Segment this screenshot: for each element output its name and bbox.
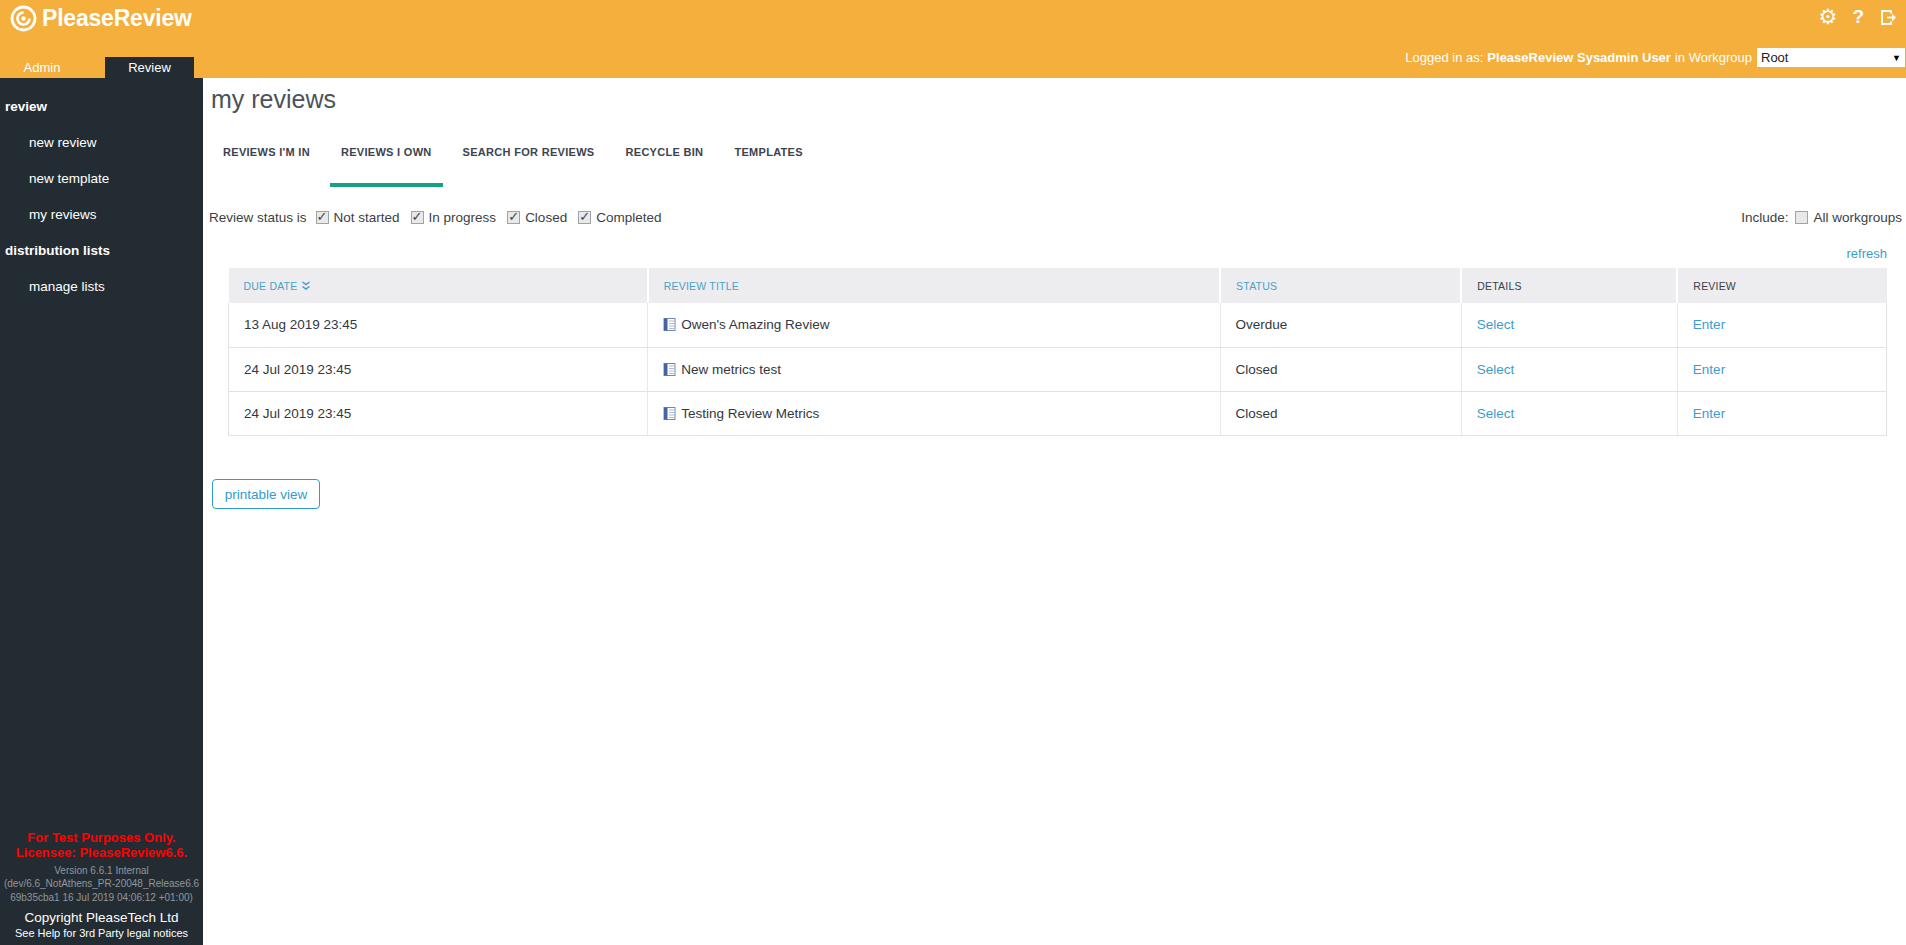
review-cell: Enter — [1677, 303, 1886, 347]
settings-icon[interactable]: ⚙︎ — [1819, 5, 1838, 29]
sort-descending-icon — [301, 281, 311, 291]
brand-name: PleaseReview — [42, 5, 192, 32]
filter-not-started: Not started — [316, 210, 400, 225]
closed-label: Closed — [525, 210, 567, 225]
workgroup-select[interactable]: Root ▼ — [1757, 48, 1905, 67]
include-filter: Include: All workgroups — [1741, 208, 1902, 226]
copyright: Copyright PleaseTech Ltd — [0, 909, 203, 926]
sidebar-footer: For Test Purposes Only. Licensee: Please… — [0, 830, 203, 942]
column-status[interactable]: STATUS — [1220, 268, 1461, 303]
enter-link[interactable]: Enter — [1693, 362, 1725, 377]
tab-recycle-bin[interactable]: RECYCLE BIN — [626, 145, 704, 187]
details-cell: Select — [1461, 347, 1677, 391]
workgroup-label: in Workgroup — [1675, 50, 1752, 65]
help-icon[interactable]: ? — [1852, 5, 1864, 29]
status-cell: Closed — [1220, 347, 1461, 391]
workgroup-value: Root — [1761, 50, 1788, 65]
table-row: 13 Aug 2019 23:45 Owen's Amazing Review … — [229, 303, 1887, 347]
completed-label: Completed — [596, 210, 661, 225]
not-started-label: Not started — [334, 210, 400, 225]
column-due-date[interactable]: DUE DATE — [229, 268, 648, 303]
sidebar-section-review: review — [0, 88, 203, 124]
tab-search-for-reviews[interactable]: SEARCH FOR REVIEWS — [463, 145, 595, 187]
sidebar-item-manage-lists[interactable]: manage lists — [0, 268, 203, 304]
version-line3: 69b35cba1 16 Jul 2019 04:06:12 +01:00) — [0, 891, 203, 905]
all-workgroups-checkbox[interactable] — [1795, 211, 1808, 224]
all-workgroups-label: All workgroups — [1813, 210, 1902, 225]
column-details: DETAILS — [1461, 268, 1677, 303]
enter-link[interactable]: Enter — [1693, 406, 1725, 421]
review-cell: Enter — [1677, 391, 1886, 435]
not-started-checkbox[interactable] — [316, 211, 329, 224]
details-cell: Select — [1461, 303, 1677, 347]
logged-in-user: PleaseReview Sysadmin User — [1487, 50, 1671, 65]
tab-admin[interactable]: Admin — [0, 57, 84, 78]
select-link[interactable]: Select — [1477, 406, 1515, 421]
license-warning-line2: Licensee: PleaseReview6.6. — [0, 845, 203, 860]
review-title-cell: New metrics test — [648, 347, 1220, 391]
due-date-cell: 13 Aug 2019 23:45 — [229, 303, 648, 347]
page-title: my reviews — [211, 84, 336, 114]
sidebar: review new review new template my review… — [0, 78, 203, 945]
table-row: 24 Jul 2019 23:45 Testing Review Metrics… — [229, 391, 1887, 435]
license-warning-line1: For Test Purposes Only. — [0, 830, 203, 845]
top-nav: Admin Review — [0, 57, 194, 78]
sidebar-item-new-review[interactable]: new review — [0, 124, 203, 160]
status-cell: Closed — [1220, 391, 1461, 435]
tab-review[interactable]: Review — [105, 57, 194, 78]
enter-link[interactable]: Enter — [1693, 317, 1725, 332]
review-title-cell: Owen's Amazing Review — [648, 303, 1220, 347]
column-review: REVIEW — [1677, 268, 1886, 303]
sidebar-section-distribution-lists: distribution lists — [0, 232, 203, 268]
table-row: 24 Jul 2019 23:45 New metrics test Close… — [229, 347, 1887, 391]
select-link[interactable]: Select — [1477, 362, 1515, 377]
main-content: my reviews REVIEWS I'M IN REVIEWS I OWN … — [203, 78, 1906, 945]
include-label: Include: — [1741, 210, 1788, 225]
filter-label: Review status is — [209, 210, 307, 225]
version-line2: (dev/6.6_NotAthens_PR-20048_Release6.6 — [0, 877, 203, 891]
tab-reviews-im-in[interactable]: REVIEWS I'M IN — [223, 145, 310, 187]
select-arrow-icon: ▼ — [1892, 53, 1901, 63]
document-icon — [663, 407, 676, 420]
logout-icon[interactable] — [1879, 8, 1898, 27]
in-progress-label: In progress — [429, 210, 497, 225]
due-date-cell: 24 Jul 2019 23:45 — [229, 391, 648, 435]
document-icon — [663, 318, 676, 331]
tab-templates[interactable]: TEMPLATES — [734, 145, 803, 187]
pleasereview-logo-icon — [10, 5, 37, 32]
reviews-table: DUE DATE REVIEW TITLE STATUS DETAILS REV… — [228, 268, 1887, 436]
brand[interactable]: PleaseReview — [10, 5, 192, 32]
sidebar-item-my-reviews[interactable]: my reviews — [0, 196, 203, 232]
filter-in-progress: In progress — [411, 210, 497, 225]
sidebar-item-new-template[interactable]: new template — [0, 160, 203, 196]
status-filter: Review status is Not started In progress… — [209, 208, 672, 226]
review-cell: Enter — [1677, 347, 1886, 391]
document-icon — [663, 363, 676, 376]
select-link[interactable]: Select — [1477, 317, 1515, 332]
legal-notice: See Help for 3rd Party legal notices — [0, 926, 203, 941]
login-status: Logged in as: PleaseReview Sysadmin User… — [1405, 47, 1905, 67]
status-cell: Overdue — [1220, 303, 1461, 347]
due-date-cell: 24 Jul 2019 23:45 — [229, 347, 648, 391]
refresh-link[interactable]: refresh — [1847, 246, 1887, 261]
in-progress-checkbox[interactable] — [411, 211, 424, 224]
closed-checkbox[interactable] — [507, 211, 520, 224]
review-title-cell: Testing Review Metrics — [648, 391, 1220, 435]
filter-completed: Completed — [578, 210, 661, 225]
printable-view-button[interactable]: printable view — [212, 479, 320, 509]
completed-checkbox[interactable] — [578, 211, 591, 224]
details-cell: Select — [1461, 391, 1677, 435]
filter-closed: Closed — [507, 210, 567, 225]
tab-reviews-i-own[interactable]: REVIEWS I OWN — [341, 145, 432, 187]
logged-in-prefix: Logged in as: — [1405, 50, 1483, 65]
review-tabs: REVIEWS I'M IN REVIEWS I OWN SEARCH FOR … — [223, 145, 803, 187]
app-header: PleaseReview ⚙︎ ? Logged in as: PleaseRe… — [0, 0, 1906, 78]
version-line1: Version 6.6.1 Internal — [0, 864, 203, 878]
column-review-title[interactable]: REVIEW TITLE — [648, 268, 1220, 303]
table-header-row: DUE DATE REVIEW TITLE STATUS DETAILS REV… — [229, 268, 1887, 303]
